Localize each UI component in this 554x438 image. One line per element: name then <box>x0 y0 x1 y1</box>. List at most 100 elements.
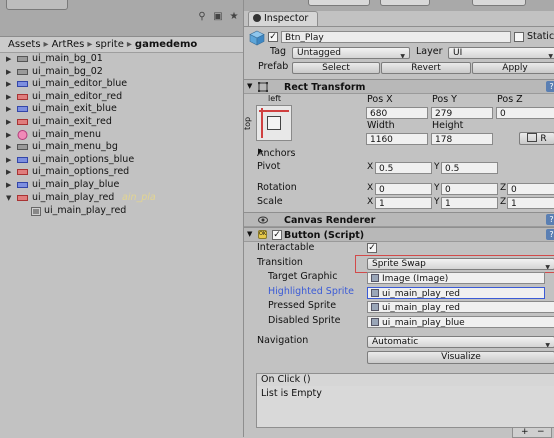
list-item[interactable]: ▶ ui_main_options_blue <box>0 154 243 167</box>
list-item[interactable]: ▶ ui_main_exit_red <box>0 116 243 129</box>
filter-icon[interactable]: ⚲ <box>196 12 208 22</box>
raw-edit-button[interactable]: R <box>519 132 554 145</box>
lock-icon[interactable]: ▣ <box>212 12 224 22</box>
foldout-icon[interactable]: ▶ <box>6 78 11 91</box>
navigation-dropdown[interactable]: Automatic ▼ <box>367 336 554 348</box>
foldout-icon[interactable]: ▶ <box>6 166 11 179</box>
prefab-select-button[interactable]: Select <box>292 62 380 74</box>
star-icon[interactable]: ★ <box>228 12 240 22</box>
sprite-icon-red <box>17 194 28 201</box>
tag-label: Tag <box>270 46 287 57</box>
breadcrumb-item[interactable]: Assets <box>8 39 41 50</box>
foldout-icon[interactable]: ▶ <box>6 179 11 192</box>
toolbar-button[interactable] <box>380 0 430 6</box>
layer-dropdown[interactable]: UI ▼ <box>448 47 554 59</box>
visualize-button[interactable]: Visualize <box>367 351 554 364</box>
list-item[interactable]: ▶ ui_main_bg_01 <box>0 53 243 66</box>
scale-z-axis: Z <box>500 197 507 207</box>
help-icon[interactable]: ? <box>546 214 554 225</box>
width-field[interactable]: 1160 <box>366 133 428 145</box>
prefab-apply-button[interactable]: Apply <box>472 62 554 74</box>
expanded-foldout-icon[interactable]: ▼ <box>6 192 11 205</box>
component-title: Canvas Renderer <box>284 215 376 226</box>
interactable-checkbox[interactable]: ✓ <box>367 243 377 253</box>
project-toolbar: ⚲ ▣ ★ <box>0 0 243 37</box>
file-label: ui_main_editor_red <box>32 90 123 102</box>
sprite-icon-pink <box>17 129 28 140</box>
search-field-stub[interactable] <box>6 0 68 10</box>
anchors-label[interactable]: Anchors <box>257 148 295 159</box>
pos-y-label: Pos Y <box>432 94 457 105</box>
pivot-label: Pivot <box>257 161 281 172</box>
foldout-icon[interactable]: ▶ <box>6 141 11 154</box>
scale-x-field[interactable]: 1 <box>375 197 432 209</box>
breadcrumb-item[interactable]: sprite <box>95 39 124 50</box>
transition-label: Transition <box>257 257 303 268</box>
anchor-presets-button[interactable] <box>256 105 292 141</box>
toolbar-button[interactable] <box>472 0 526 6</box>
tab-inspector[interactable]: Inspector <box>248 11 318 26</box>
target-graphic-field[interactable]: Image (Image) <box>367 272 545 284</box>
breadcrumb-item[interactable]: ArtRes <box>52 39 85 50</box>
scale-y-field[interactable]: 1 <box>441 197 498 209</box>
raw-edit-label: R <box>540 134 547 144</box>
pos-y-field[interactable]: 279 <box>431 107 493 119</box>
sprite-icon-grey <box>17 56 28 62</box>
foldout-icon[interactable]: ▶ <box>6 103 11 116</box>
list-item[interactable]: ▶ ui_main_exit_blue <box>0 103 243 116</box>
pos-x-field[interactable]: 680 <box>366 107 428 119</box>
help-icon[interactable]: ? <box>546 229 554 240</box>
pivot-x-field[interactable]: 0.5 <box>375 162 432 174</box>
foldout-icon[interactable]: ▶ <box>6 66 11 79</box>
active-checkbox[interactable]: ✓ <box>268 32 278 42</box>
rot-z-field[interactable]: 0 <box>507 183 554 195</box>
scale-z-field[interactable]: 1 <box>507 197 554 209</box>
canvas-renderer-header[interactable]: Canvas Renderer ? <box>244 212 554 227</box>
file-label: ui_main_play_blue <box>32 179 120 190</box>
foldout-icon[interactable]: ▶ <box>6 129 11 142</box>
prefab-revert-button[interactable]: Revert <box>381 62 471 74</box>
remove-event-button[interactable]: − <box>537 428 545 437</box>
height-field[interactable]: 178 <box>431 133 493 145</box>
rot-x-field[interactable]: 0 <box>375 183 432 195</box>
navigation-label: Navigation <box>257 335 309 346</box>
layer-label: Layer <box>416 46 443 57</box>
rect-transform-header[interactable]: ▼ Rect Transform ? <box>244 79 554 94</box>
foldout-icon[interactable]: ▶ <box>6 91 11 104</box>
highlighted-sprite-field[interactable]: ui_main_play_red <box>367 287 545 299</box>
list-item[interactable]: ▶ ui_main_editor_red <box>0 91 243 104</box>
list-item-child[interactable]: ui_main_play_red <box>0 205 243 218</box>
sprite-icon <box>371 289 379 297</box>
inspector-body: ✓ Btn_Play Static Tag Untagged ▼ Layer UI… <box>243 26 554 438</box>
transition-dropdown[interactable]: Sprite Swap ▼ <box>367 258 554 270</box>
onclick-label: On Click () <box>261 374 311 385</box>
project-panel: ⚲ ▣ ★ Assets ▸ ArtRes ▸ sprite ▸ gamedemo ▶ ui_… <box>0 0 243 437</box>
list-item[interactable]: ▶ ui_main_bg_02 <box>0 66 243 79</box>
script-icon: OK <box>258 230 267 239</box>
list-item[interactable]: ▼ ui_main_play_red ain_pla <box>0 192 243 205</box>
add-event-button[interactable]: + <box>521 428 529 437</box>
list-item[interactable]: ▶ ui_main_options_red <box>0 166 243 179</box>
rot-y-field[interactable]: 0 <box>441 183 498 195</box>
button-script-header[interactable]: ▼ OK ✓ Button (Script) ? <box>244 227 554 242</box>
pressed-sprite-field[interactable]: ui_main_play_red <box>367 301 554 313</box>
list-item[interactable]: ▶ ui_main_editor_blue <box>0 78 243 91</box>
pivot-y-field[interactable]: 0.5 <box>441 162 498 174</box>
list-item[interactable]: ▶ ui_main_menu <box>0 129 243 142</box>
list-item[interactable]: ▶ ui_main_menu_bg <box>0 141 243 154</box>
list-item[interactable]: ▶ ui_main_play_blue <box>0 179 243 192</box>
component-enabled-checkbox[interactable]: ✓ <box>272 230 282 240</box>
help-icon[interactable]: ? <box>546 81 554 92</box>
toolbar-button[interactable] <box>308 0 370 6</box>
foldout-icon[interactable]: ▶ <box>6 53 11 66</box>
foldout-icon[interactable]: ▶ <box>6 154 11 167</box>
static-checkbox[interactable] <box>514 32 524 42</box>
anchor-h-label: left <box>268 94 281 103</box>
object-name-field[interactable]: Btn_Play <box>281 31 511 43</box>
pos-z-field[interactable]: 0 <box>496 107 554 119</box>
tag-dropdown[interactable]: Untagged ▼ <box>292 47 410 59</box>
foldout-icon[interactable]: ▶ <box>6 116 11 129</box>
disabled-sprite-field[interactable]: ui_main_play_blue <box>367 316 554 328</box>
height-label: Height <box>432 120 464 131</box>
breadcrumb-item[interactable]: gamedemo <box>135 39 197 50</box>
